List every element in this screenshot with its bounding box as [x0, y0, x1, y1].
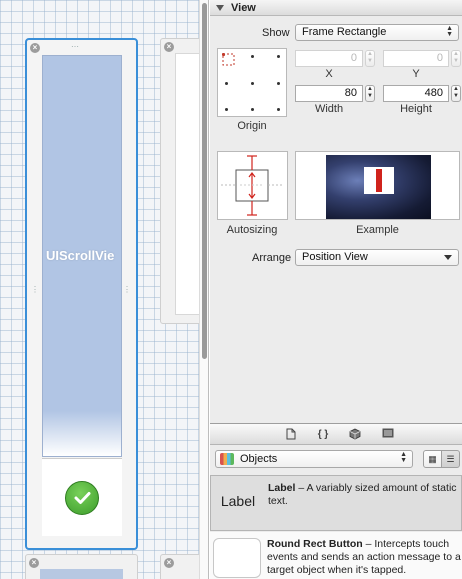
origin-marker-icon[interactable] [222, 53, 236, 67]
origin-point-center[interactable] [251, 82, 254, 85]
autosizing-springs-icon[interactable] [218, 152, 287, 219]
x-label: X [325, 68, 333, 80]
width-field[interactable]: 80 [295, 85, 363, 102]
autosizing-label: Autosizing [226, 224, 278, 236]
example-preview [295, 151, 460, 220]
close-icon[interactable]: × [30, 43, 40, 53]
example-view [376, 169, 382, 192]
popup-arrows-icon: ▲ ▼ [400, 451, 407, 464]
scroll-view-fade [43, 411, 121, 456]
show-popup-value: Frame Rectangle [302, 26, 387, 38]
round-rect-button-thumbnail [213, 538, 261, 578]
grid-view-icon[interactable]: ▦ [423, 450, 442, 468]
width-label: Width [314, 103, 344, 115]
y-field[interactable]: 0 [383, 50, 449, 67]
selected-view-controller-scene[interactable]: × ⋯ ⋮ ⋮ UIScrollVie [25, 38, 138, 550]
library-item-description: Label – A variably sized amount of stati… [268, 482, 462, 508]
lower-scene-left[interactable]: × [25, 554, 138, 579]
x-stepper[interactable]: ▲ ▼ [365, 50, 375, 67]
scene-dock [42, 458, 122, 536]
example-preview-image [326, 155, 431, 219]
origin-point-bottom-right[interactable] [277, 108, 280, 111]
library-tab-bar: { } [210, 423, 462, 445]
chevron-down-icon [444, 255, 452, 260]
resize-handle-right[interactable]: ⋮ [123, 286, 132, 294]
canvas-scrollbar[interactable] [199, 0, 209, 579]
disclosure-triangle-icon[interactable] [216, 5, 224, 11]
objects-popup[interactable]: Objects ▲ ▼ [215, 450, 413, 468]
view-section-header[interactable]: View [210, 0, 462, 16]
y-label: Y [412, 68, 420, 80]
media-icon[interactable] [381, 428, 395, 441]
objects-popup-value: Objects [240, 453, 278, 465]
resize-handle-left[interactable]: ⋮ [31, 286, 40, 294]
autosizing-control[interactable] [217, 151, 288, 220]
checkmark-icon[interactable] [65, 481, 99, 515]
adjacent-scene[interactable]: × [160, 38, 199, 324]
lower-scene-view [40, 569, 123, 579]
origin-point-top-right[interactable] [277, 55, 280, 58]
arrange-popup[interactable]: Position View [295, 249, 459, 266]
library-item-round-rect-button[interactable]: Round Rect Button – Intercepts touch eve… [210, 532, 462, 579]
height-stepper[interactable]: ▲ ▼ [451, 85, 461, 102]
library-item-title: Label [268, 482, 296, 494]
origin-point-bottom-center[interactable] [251, 108, 254, 111]
origin-label: Origin [237, 120, 267, 132]
label-thumbnail: Label [220, 493, 256, 509]
origin-selector[interactable] [217, 48, 287, 117]
origin-point-bottom-left[interactable] [225, 108, 228, 111]
library-item-label[interactable]: Label Label – A variably sized amount of… [210, 475, 462, 531]
arrange-label: Arrange [252, 252, 292, 264]
close-icon[interactable]: × [164, 558, 174, 568]
library-item-description: Round Rect Button – Intercepts touch eve… [267, 538, 462, 577]
show-popup[interactable]: Frame Rectangle ▲ ▼ [295, 24, 459, 41]
origin-point-middle-right[interactable] [277, 82, 280, 85]
close-icon[interactable]: × [29, 558, 39, 568]
scroll-view-label: UIScrollVie [46, 248, 115, 263]
storyboard-canvas[interactable]: × ⋯ ⋮ ⋮ UIScrollVie × × × [0, 0, 199, 579]
braces-icon[interactable]: { } [316, 428, 330, 441]
file-icon[interactable] [284, 428, 298, 441]
size-inspector: View Show Frame Rectangle ▲ ▼ Origin 0 ▲ ▼… [210, 0, 462, 579]
library-filter-bar: Objects ▲ ▼ ▦ ☰ [210, 446, 462, 472]
objects-library-icon [220, 453, 234, 465]
x-field[interactable]: 0 [295, 50, 363, 67]
list-view-icon[interactable]: ☰ [441, 450, 460, 468]
canvas-scrollbar-thumb[interactable] [202, 3, 207, 359]
close-icon[interactable]: × [164, 42, 174, 52]
cube-icon[interactable] [348, 428, 362, 441]
popup-arrows-icon: ▲ ▼ [446, 25, 453, 38]
origin-point-top-center[interactable] [251, 55, 254, 58]
height-label: Height [400, 103, 432, 115]
lower-scene-right[interactable]: × [160, 554, 199, 579]
width-stepper[interactable]: ▲ ▼ [365, 85, 375, 102]
example-label: Example [356, 224, 399, 236]
origin-point-middle-left[interactable] [225, 82, 228, 85]
library-item-title: Round Rect Button [267, 538, 363, 550]
library-item-text: – A variably sized amount of static text… [268, 482, 457, 507]
adjacent-scene-view [175, 53, 199, 315]
arrange-popup-value: Position View [302, 251, 368, 263]
y-stepper[interactable]: ▲ ▼ [451, 50, 461, 67]
show-label: Show [262, 27, 290, 39]
resize-handle-top[interactable]: ⋯ [71, 43, 80, 51]
height-field[interactable]: 480 [383, 85, 449, 102]
section-title: View [231, 2, 256, 14]
scroll-view[interactable]: UIScrollVie [42, 55, 122, 457]
